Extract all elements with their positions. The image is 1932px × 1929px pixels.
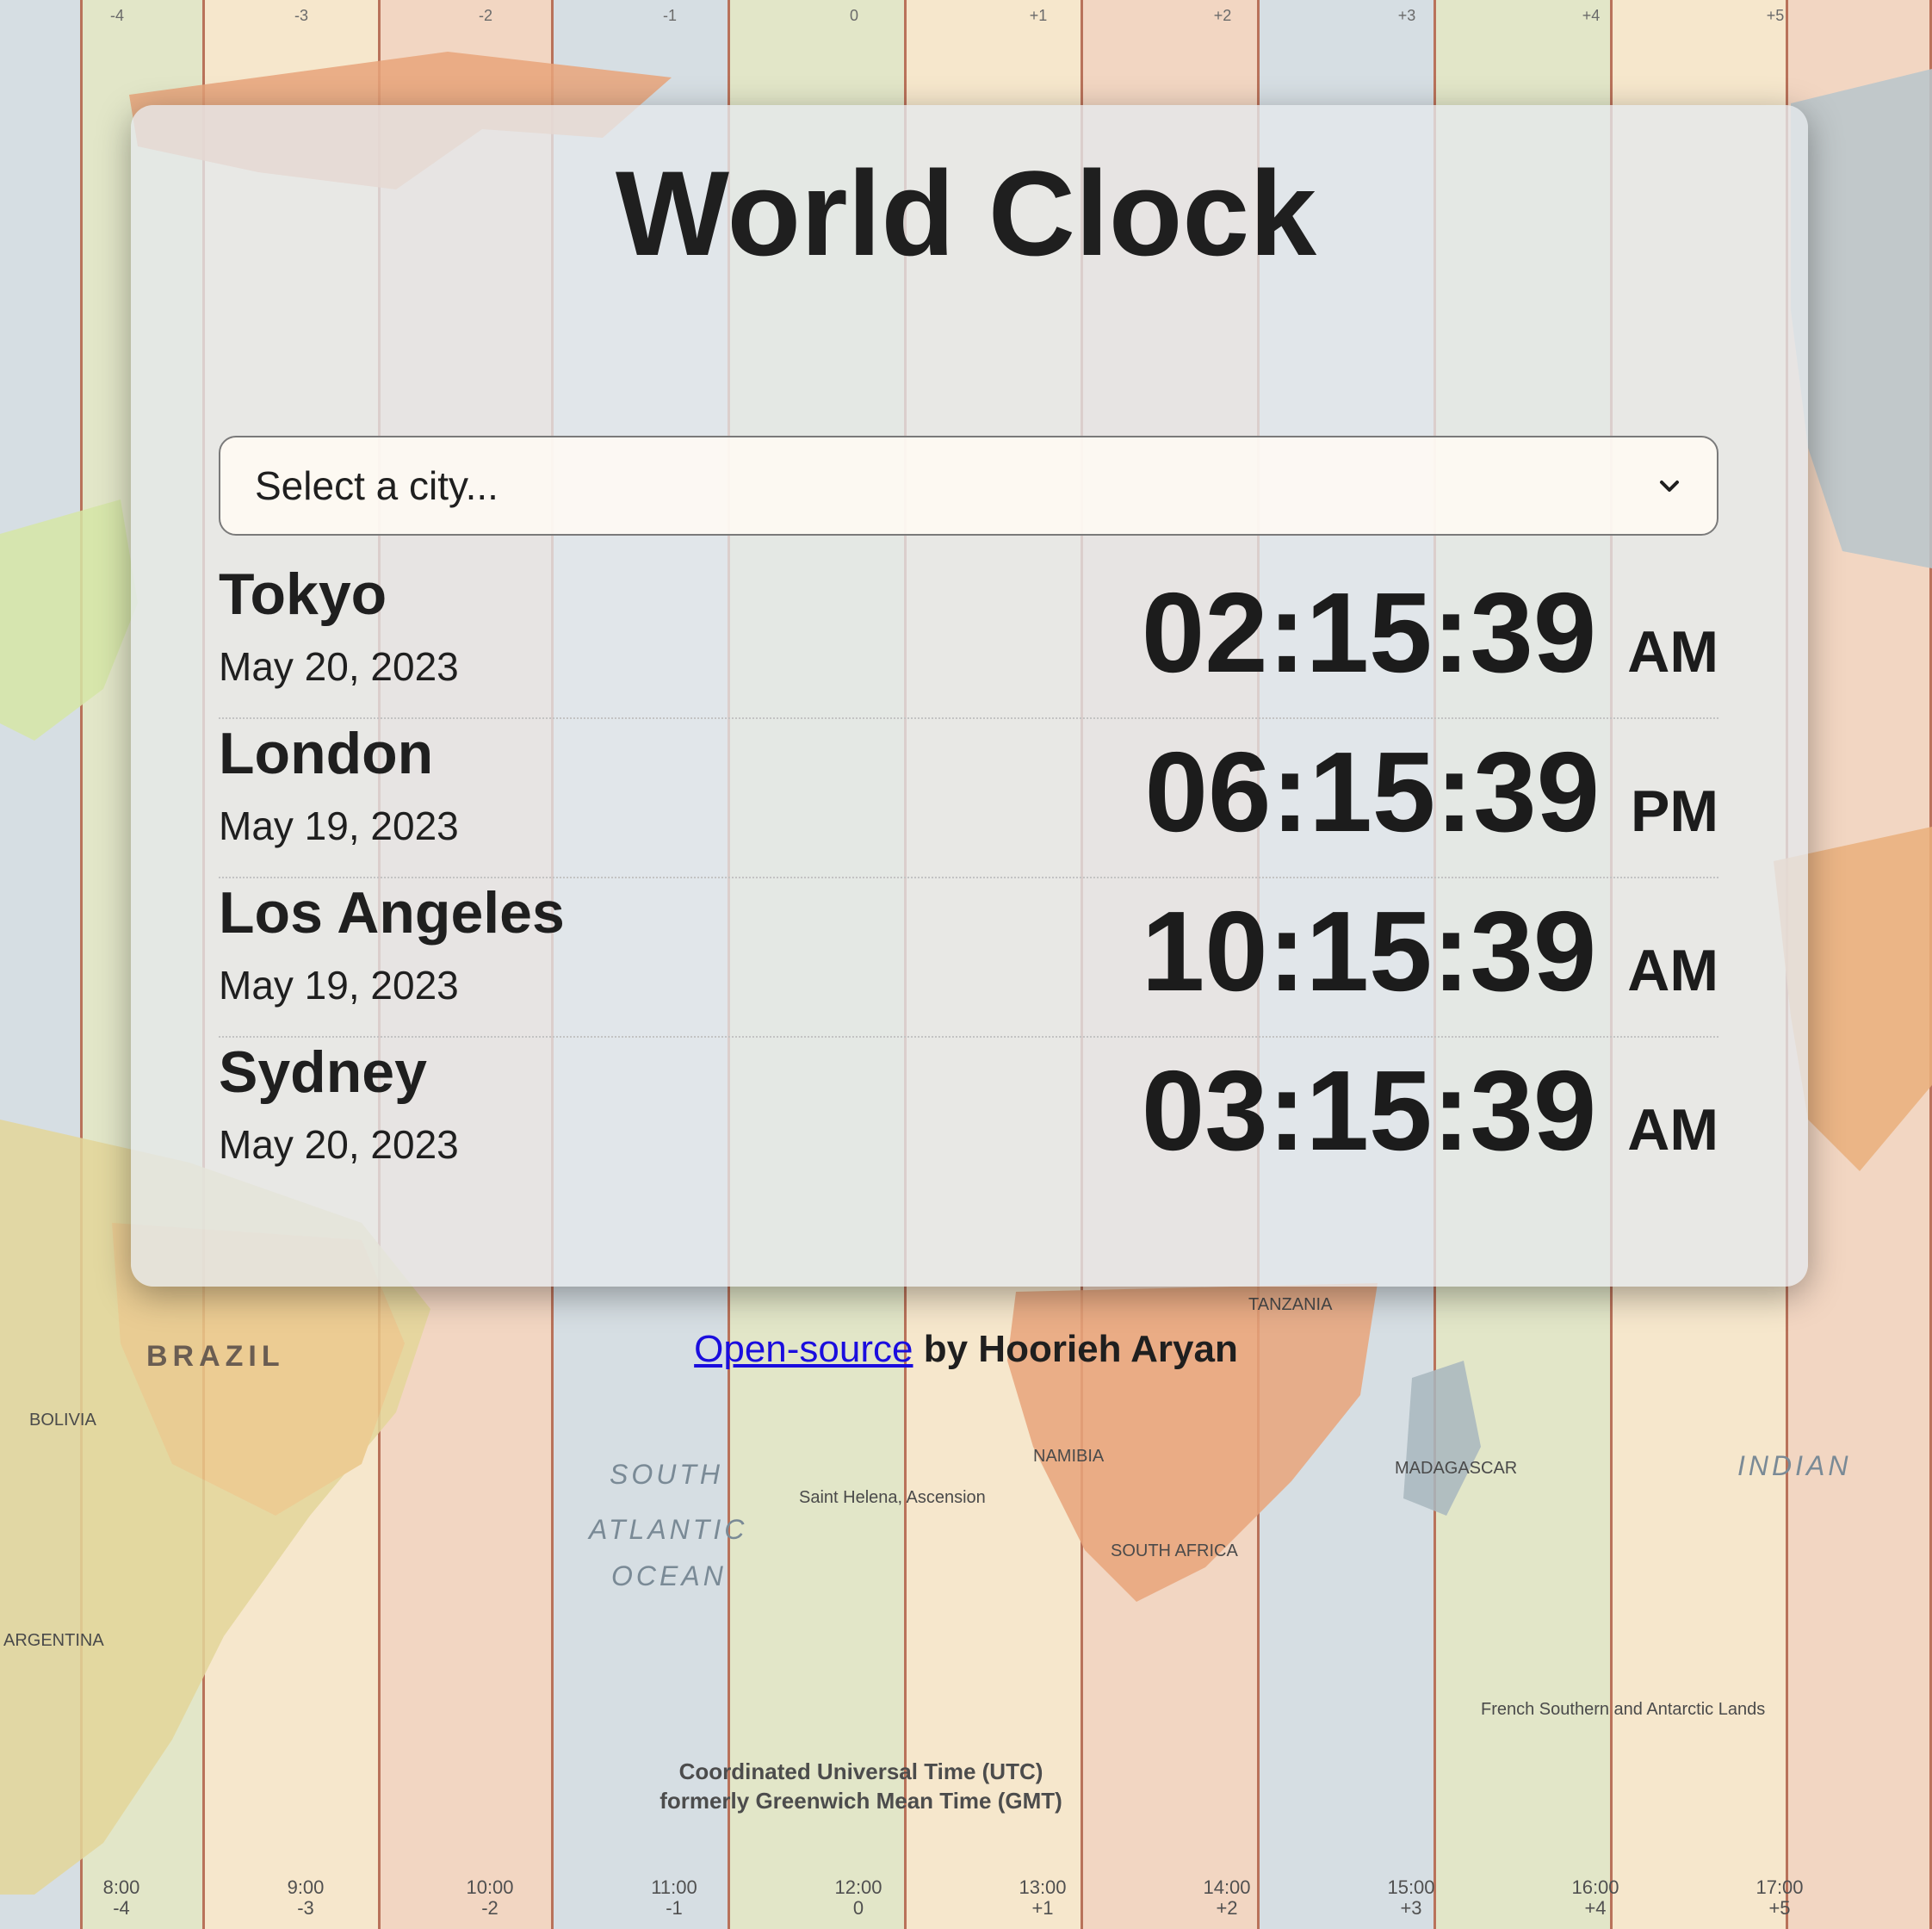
- map-label-indian: INDIAN: [1737, 1450, 1852, 1481]
- city-date: May 20, 2023: [219, 1122, 459, 1167]
- hour-tick: 10:00 -2: [443, 1877, 537, 1919]
- top-offset-label: +1: [1029, 7, 1048, 24]
- map-label-south: SOUTH: [610, 1459, 723, 1490]
- hour-tick: 14:00 +2: [1180, 1877, 1274, 1919]
- utc-caption: Coordinated Universal Time (UTC) formerl…: [637, 1757, 1085, 1815]
- hour-tick: 9:00 -3: [258, 1877, 353, 1919]
- offset-label: +2: [1216, 1897, 1238, 1919]
- hour-tick: 15:00 +3: [1364, 1877, 1458, 1919]
- offset-label: +5: [1768, 1897, 1791, 1919]
- offset-label: +4: [1584, 1897, 1607, 1919]
- hour-tick: 8:00 -4: [74, 1877, 169, 1919]
- map-label-namibia: NAMIBIA: [1033, 1447, 1105, 1466]
- city-time: 06:15:39 PM: [1145, 728, 1718, 857]
- top-offset-row: -4 -3 -2 -1 0 +1 +2 +3 +4 +5: [0, 7, 1932, 50]
- city-row-london: London May 19, 2023 06:15:39 PM: [219, 719, 1718, 878]
- top-offset-label: +4: [1582, 7, 1601, 24]
- top-offset-label: -4: [109, 7, 124, 24]
- hour-label: 15:00: [1387, 1876, 1435, 1898]
- city-time: 10:15:39 AM: [1142, 887, 1718, 1016]
- hour-label: 8:00: [102, 1876, 140, 1898]
- top-offset-label: -2: [478, 7, 492, 24]
- city-date: May 20, 2023: [219, 644, 459, 689]
- time-digits: 06:15:39: [1144, 729, 1600, 855]
- offset-label: 0: [852, 1897, 864, 1919]
- top-offset-label: +3: [1397, 7, 1416, 24]
- map-label-tanzania: TANZANIA: [1248, 1295, 1333, 1314]
- time-digits: 03:15:39: [1141, 1047, 1597, 1174]
- hour-label: 17:00: [1756, 1876, 1804, 1898]
- top-offset-label: 0: [849, 7, 858, 24]
- top-offset-label: +2: [1213, 7, 1232, 24]
- city-name: Sydney: [219, 1039, 427, 1105]
- city-row-sydney: Sydney May 20, 2023 03:15:39 AM: [219, 1038, 1718, 1197]
- city-time: 03:15:39 AM: [1142, 1046, 1718, 1175]
- map-label-atlantic: ATLANTIC: [589, 1514, 748, 1545]
- hour-label: 11:00: [651, 1876, 697, 1898]
- city-date: May 19, 2023: [219, 963, 459, 1008]
- utc-caption-line: formerly Greenwich Mean Time (GMT): [659, 1788, 1062, 1814]
- top-offset-label: -3: [294, 7, 308, 24]
- map-label-ocean: OCEAN: [611, 1560, 727, 1591]
- hour-label: 9:00: [287, 1876, 325, 1898]
- map-label-madagascar: MADAGASCAR: [1395, 1459, 1518, 1478]
- offset-label: +1: [1031, 1897, 1054, 1919]
- time-ampm: AM: [1627, 619, 1718, 685]
- time-ampm: PM: [1631, 778, 1718, 844]
- city-date: May 19, 2023: [219, 803, 459, 848]
- map-label-argentina: ARGENTINA: [3, 1631, 104, 1650]
- top-offset-label: -1: [662, 7, 677, 24]
- footer: Open-source by Hoorieh Aryan: [0, 1328, 1932, 1371]
- city-name: Tokyo: [219, 561, 387, 627]
- hour-label: 12:00: [834, 1876, 882, 1898]
- city-time: 02:15:39 AM: [1142, 568, 1718, 698]
- hour-tick: 16:00 +4: [1548, 1877, 1643, 1919]
- open-source-link[interactable]: Open-source: [694, 1328, 913, 1370]
- city-name: Los Angeles: [219, 880, 565, 946]
- offset-label: -3: [297, 1897, 314, 1919]
- city-select-value: Select a city...: [255, 463, 498, 508]
- hour-label: 13:00: [1019, 1876, 1067, 1898]
- city-list: Tokyo May 20, 2023 02:15:39 AM London Ma…: [219, 560, 1718, 1197]
- offset-label: -1: [666, 1897, 683, 1919]
- footer-author-text: by Hoorieh Aryan: [913, 1328, 1238, 1370]
- time-digits: 02:15:39: [1141, 569, 1597, 696]
- hour-tick: 17:00 +5: [1732, 1877, 1827, 1919]
- city-row-tokyo: Tokyo May 20, 2023 02:15:39 AM: [219, 560, 1718, 719]
- map-label-saint-helena: Saint Helena, Ascension: [799, 1488, 986, 1507]
- bottom-hour-row: 8:00 -4 9:00 -3 10:00 -2 11:00 -1 12:00 0 13:…: [0, 1877, 1932, 1929]
- hour-label: 16:00: [1571, 1876, 1619, 1898]
- utc-caption-line: Coordinated Universal Time (UTC): [678, 1758, 1043, 1784]
- map-label-bolivia: BOLIVIA: [29, 1411, 96, 1430]
- top-offset-label: +5: [1766, 7, 1785, 24]
- hour-label: 14:00: [1203, 1876, 1251, 1898]
- map-label-south-africa: SOUTH AFRICA: [1111, 1541, 1238, 1560]
- time-ampm: AM: [1627, 1097, 1718, 1163]
- offset-label: -4: [113, 1897, 130, 1919]
- hour-tick: 12:00 0: [811, 1877, 906, 1919]
- city-row-los-angeles: Los Angeles May 19, 2023 10:15:39 AM: [219, 878, 1718, 1038]
- city-name: London: [219, 721, 434, 786]
- offset-label: +3: [1400, 1897, 1422, 1919]
- map-label-french-lands: French Southern and Antarctic Lands: [1481, 1700, 1766, 1719]
- page-title: World Clock: [615, 146, 1317, 281]
- time-digits: 10:15:39: [1141, 888, 1597, 1014]
- chevron-down-icon: [1660, 481, 1679, 492]
- hour-tick: 11:00 -1: [627, 1877, 721, 1919]
- hour-tick: 13:00 +1: [995, 1877, 1090, 1919]
- time-ampm: AM: [1627, 938, 1718, 1003]
- offset-label: -2: [481, 1897, 498, 1919]
- hour-label: 10:00: [466, 1876, 514, 1898]
- city-select-dropdown[interactable]: Select a city...: [219, 436, 1718, 536]
